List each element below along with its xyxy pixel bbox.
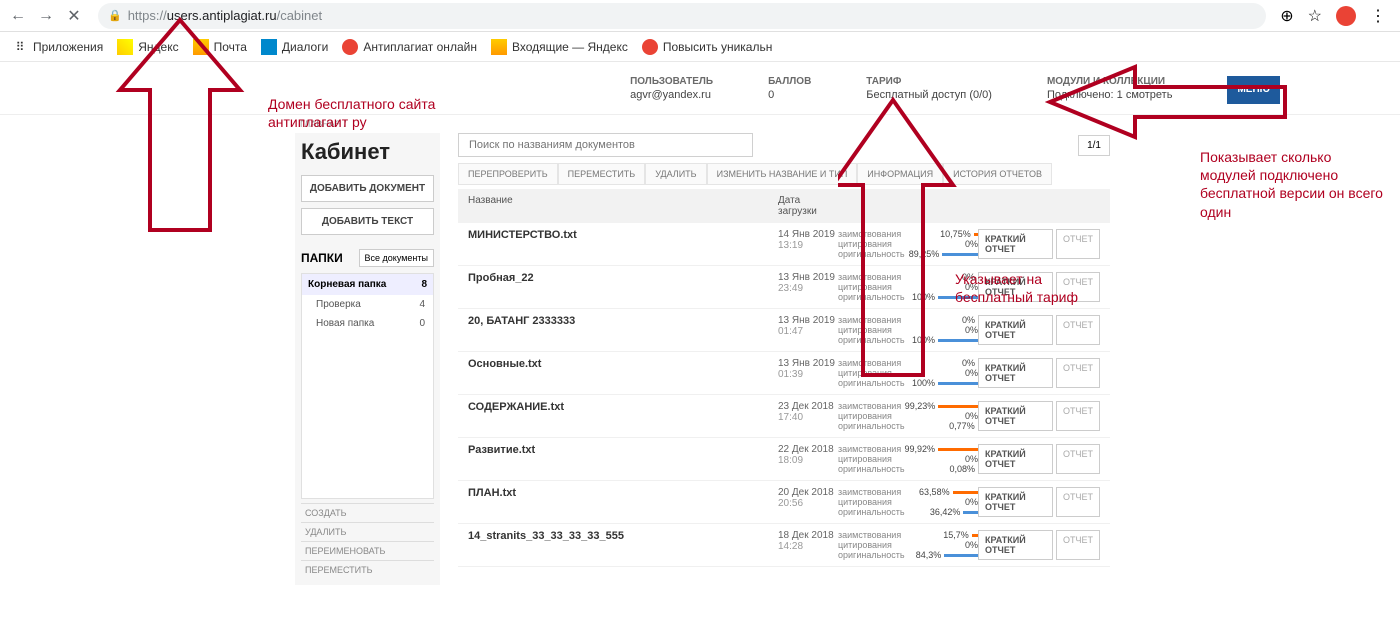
annotation-tariff: Указывает на бесплатный тариф <box>955 270 1115 306</box>
folder-rename[interactable]: ПЕРЕИМЕНОВАТЬ <box>301 541 434 560</box>
table-header: Название Дата загрузки <box>458 189 1110 223</box>
folder-root[interactable]: Корневая папка8 <box>302 274 433 295</box>
short-report-button[interactable]: КРАТКИЙ ОТЧЕТ <box>978 229 1053 259</box>
table-row[interactable]: 14_stranits_33_33_33_33_555 18 Дек 20181… <box>458 524 1110 567</box>
full-report-button[interactable]: ОТЧЕТ <box>1056 401 1100 431</box>
tool-rename[interactable]: ИЗМЕНИТЬ НАЗВАНИЕ И ТИП <box>707 163 858 185</box>
short-report-button[interactable]: КРАТКИЙ ОТЧЕТ <box>978 401 1053 431</box>
folder-create[interactable]: СОЗДАТЬ <box>301 503 434 522</box>
doc-date: 20 Дек 201820:56 <box>778 487 838 509</box>
full-report-button[interactable]: ОТЧЕТ <box>1056 487 1100 517</box>
zoom-icon[interactable]: ⊕ <box>1280 6 1293 26</box>
doc-date: 23 Дек 201817:40 <box>778 401 838 423</box>
short-report-button[interactable]: КРАТКИЙ ОТЧЕТ <box>978 487 1053 517</box>
antiplagiat-icon <box>342 39 358 55</box>
doc-date: 13 Янв 201901:39 <box>778 358 838 380</box>
address-bar[interactable]: 🔒 https://users.antiplagiat.ru/cabinet <box>98 3 1266 29</box>
doc-name: СОДЕРЖАНИЕ.txt <box>468 401 778 413</box>
doc-date: 13 Янв 201901:47 <box>778 315 838 337</box>
folder-delete[interactable]: УДАЛИТЬ <box>301 522 434 541</box>
bookmark-dialogs[interactable]: Диалоги <box>261 39 328 55</box>
apps-shortcut[interactable]: ⠿Приложения <box>12 39 103 55</box>
full-report-button[interactable]: ОТЧЕТ <box>1056 530 1100 560</box>
content-area: 1/1 ПЕРЕПРОВЕРИТЬ ПЕРЕМЕСТИТЬ УДАЛИТЬ ИЗ… <box>440 133 1120 585</box>
doc-name: МИНИСТЕРСТВО.txt <box>468 229 778 241</box>
doc-date: 18 Дек 201814:28 <box>778 530 838 552</box>
folder-tree: Корневая папка8 Проверка4Новая папка0 <box>301 273 434 499</box>
full-report-button[interactable]: ОТЧЕТ <box>1056 358 1100 388</box>
apps-icon: ⠿ <box>12 39 28 55</box>
doc-date: 22 Дек 201818:09 <box>778 444 838 466</box>
back-icon[interactable]: ← <box>8 6 28 26</box>
table-row[interactable]: Основные.txt 13 Янв 201901:39 заимствова… <box>458 352 1110 395</box>
annotation-modules: Показывает сколько модулей подключено бе… <box>1200 148 1390 221</box>
doc-stats: заимствования99,23% цитирования0% оригин… <box>838 401 978 431</box>
doc-date: 14 Янв 201913:19 <box>778 229 838 251</box>
full-report-button[interactable]: ОТЧЕТ <box>1056 315 1100 345</box>
table-row[interactable]: СОДЕРЖАНИЕ.txt 23 Дек 201817:40 заимство… <box>458 395 1110 438</box>
bookmark-antiplagiat[interactable]: Антиплагиат онлайн <box>342 39 477 55</box>
table-row[interactable]: Развитие.txt 22 Дек 201818:09 заимствова… <box>458 438 1110 481</box>
browser-right-icons: ⊕ ☆ ⋮ <box>1280 6 1392 26</box>
uniq-icon <box>642 39 658 55</box>
full-report-button[interactable]: ОТЧЕТ <box>1056 444 1100 474</box>
add-text-button[interactable]: ДОБАВИТЬ ТЕКСТ <box>301 208 434 235</box>
doc-date: 13 Янв 201923:49 <box>778 272 838 294</box>
star-icon[interactable]: ☆ <box>1308 6 1322 26</box>
doc-name: Пробная_22 <box>468 272 778 284</box>
doc-stats: заимствования99,92% цитирования0% оригин… <box>838 444 978 474</box>
short-report-button[interactable]: КРАТКИЙ ОТЧЕТ <box>978 530 1053 560</box>
all-docs-button[interactable]: Все документы <box>359 249 434 267</box>
avatar-icon[interactable] <box>1336 6 1356 26</box>
add-document-button[interactable]: ДОБАВИТЬ ДОКУМЕНТ <box>301 175 434 202</box>
doc-name: Основные.txt <box>468 358 778 370</box>
tool-recheck[interactable]: ПЕРЕПРОВЕРИТЬ <box>458 163 558 185</box>
doc-stats: заимствования15,7% цитирования0% оригина… <box>838 530 978 560</box>
table-row[interactable]: ПЛАН.txt 20 Дек 201820:56 заимствования6… <box>458 481 1110 524</box>
folder-move[interactable]: ПЕРЕМЕСТИТЬ <box>301 560 434 579</box>
close-icon[interactable]: ✕ <box>64 6 84 26</box>
table-row[interactable]: МИНИСТЕРСТВО.txt 14 Янв 201913:19 заимст… <box>458 223 1110 266</box>
short-report-button[interactable]: КРАТКИЙ ОТЧЕТ <box>978 358 1053 388</box>
more-icon[interactable]: ⋮ <box>1370 6 1386 26</box>
header-balls: БАЛЛОВ 0 <box>768 76 811 104</box>
folders-heading: ПАПКИ <box>301 251 343 265</box>
table-row[interactable]: 20, БАТАНГ 2333333 13 Янв 201901:47 заим… <box>458 309 1110 352</box>
tool-move[interactable]: ПЕРЕМЕСТИТЬ <box>558 163 646 185</box>
tool-delete[interactable]: УДАЛИТЬ <box>645 163 706 185</box>
bookmark-inbox[interactable]: Входящие — Яндекс <box>491 39 628 55</box>
short-report-button[interactable]: КРАТКИЙ ОТЧЕТ <box>978 315 1053 345</box>
doc-name: ПЛАН.txt <box>468 487 778 499</box>
page-title: Кабинет <box>301 139 434 165</box>
doc-stats: заимствования63,58% цитирования0% оригин… <box>838 487 978 517</box>
folder-item[interactable]: Новая папка0 <box>302 314 433 333</box>
doc-name: 20, БАТАНГ 2333333 <box>468 315 778 327</box>
search-input[interactable] <box>458 133 753 157</box>
forward-icon[interactable]: → <box>36 6 56 26</box>
doc-name: Развитие.txt <box>468 444 778 456</box>
inbox-icon <box>491 39 507 55</box>
header-user: ПОЛЬЗОВАТЕЛЬ agvr@yandex.ru <box>630 76 713 104</box>
full-report-button[interactable]: ОТЧЕТ <box>1056 229 1100 259</box>
annotation-domain: Домен бесплатного сайта антиплагаит ру <box>268 95 468 131</box>
bookmark-uniq[interactable]: Повысить уникальн <box>642 39 772 55</box>
short-report-button[interactable]: КРАТКИЙ ОТЧЕТ <box>978 444 1053 474</box>
folder-item[interactable]: Проверка4 <box>302 295 433 314</box>
doc-name: 14_stranits_33_33_33_33_555 <box>468 530 778 542</box>
toolbar: ПЕРЕПРОВЕРИТЬ ПЕРЕМЕСТИТЬ УДАЛИТЬ ИЗМЕНИ… <box>458 163 1110 185</box>
sidebar: Кабинет ДОБАВИТЬ ДОКУМЕНТ ДОБАВИТЬ ТЕКСТ… <box>295 133 440 585</box>
